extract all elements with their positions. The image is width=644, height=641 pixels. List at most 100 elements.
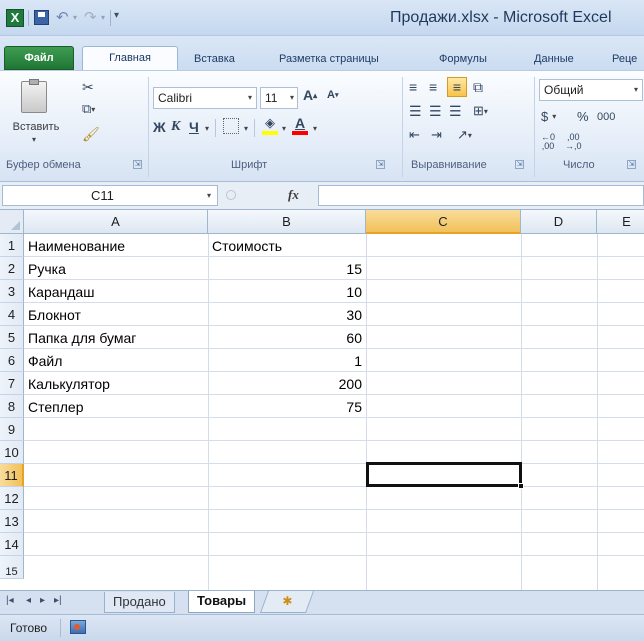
row-header-11[interactable]: 11: [0, 464, 24, 487]
copy-icon[interactable]: ⧉ ▾: [82, 101, 95, 117]
currency-button[interactable]: $ ▾: [541, 109, 556, 124]
prev-sheet-icon[interactable]: ◂: [26, 595, 31, 606]
tab-file[interactable]: Файл: [4, 46, 74, 70]
column-header-b[interactable]: B: [208, 210, 366, 234]
excel-icon[interactable]: X: [6, 9, 24, 27]
align-middle-icon[interactable]: ≡: [429, 79, 437, 95]
decrease-decimal-icon[interactable]: ,00 →,0: [565, 133, 582, 151]
align-right-icon[interactable]: ☰: [449, 103, 462, 120]
column-header-d[interactable]: D: [521, 210, 597, 234]
format-painter-icon[interactable]: 🖌: [82, 126, 100, 143]
cell-a1[interactable]: Наименование: [28, 234, 206, 258]
customize-qat-icon[interactable]: ▾: [114, 10, 119, 21]
row-header-8[interactable]: 8: [0, 395, 24, 418]
cell-a4[interactable]: Блокнот: [28, 303, 206, 327]
fill-color-swatch: [262, 131, 278, 135]
cell-b6[interactable]: 1: [212, 349, 362, 373]
formula-bar: C11 ▾ fx: [0, 182, 644, 210]
grow-font-icon[interactable]: A ▴: [303, 87, 317, 103]
tab-review[interactable]: Реце: [612, 48, 637, 70]
cell-b5[interactable]: 60: [212, 326, 362, 350]
cell-b2[interactable]: 15: [212, 257, 362, 281]
row-header-15[interactable]: 15: [0, 556, 24, 579]
italic-button[interactable]: К: [171, 119, 181, 135]
number-format-box[interactable]: Общий ▾: [539, 79, 643, 101]
font-name-box[interactable]: Calibri ▾: [153, 87, 257, 109]
column-header-e[interactable]: E: [597, 210, 644, 234]
increase-indent-icon[interactable]: ⇥: [431, 127, 442, 143]
insert-sheet-icon[interactable]: ✱: [259, 591, 315, 613]
cut-icon[interactable]: ✂: [82, 79, 94, 96]
clipboard-launcher-icon[interactable]: ⇲: [133, 160, 142, 169]
percent-button[interactable]: %: [577, 109, 589, 124]
font-size-box[interactable]: 11 ▾: [260, 87, 298, 109]
first-sheet-icon[interactable]: |◂: [6, 595, 14, 606]
row-header-10[interactable]: 10: [0, 441, 24, 464]
row-header-7[interactable]: 7: [0, 372, 24, 395]
orientation-icon[interactable]: ↗ ▾: [457, 127, 472, 143]
tab-data[interactable]: Данные: [534, 48, 574, 70]
tab-home[interactable]: Главная: [82, 46, 178, 71]
save-icon[interactable]: [34, 10, 49, 25]
paste-button[interactable]: Вставить ▾: [12, 77, 59, 155]
fill-color-icon[interactable]: ◈: [261, 115, 279, 135]
column-header-c[interactable]: C: [366, 210, 521, 234]
bold-button[interactable]: Ж: [153, 119, 166, 135]
worksheet-grid[interactable]: A B C D E 1 2 3 4 5 6 7 8 9 10 11 12 13 …: [0, 210, 644, 590]
tab-formulas[interactable]: Формулы: [439, 48, 487, 70]
row-header-5[interactable]: 5: [0, 326, 24, 349]
last-sheet-icon[interactable]: ▸|: [54, 595, 62, 606]
number-launcher-icon[interactable]: ⇲: [627, 160, 636, 169]
row-header-14[interactable]: 14: [0, 533, 24, 556]
font-color-icon[interactable]: A: [291, 115, 309, 135]
next-sheet-icon[interactable]: ▸: [40, 595, 45, 606]
shrink-font-icon[interactable]: A ▾: [327, 89, 338, 101]
sheet-tab-tovary[interactable]: Товары: [188, 591, 256, 613]
row-header-4[interactable]: 4: [0, 303, 24, 326]
cell-b7[interactable]: 200: [212, 372, 362, 396]
cell-a3[interactable]: Карандаш: [28, 280, 206, 304]
increase-decimal-icon[interactable]: ←0,00: [541, 133, 555, 151]
align-left-icon[interactable]: ☰: [409, 103, 422, 120]
redo-icon[interactable]: ↷: [84, 8, 97, 26]
wrap-text-icon[interactable]: ⧉: [473, 79, 483, 96]
cell-a5[interactable]: Папка для бумаг: [28, 326, 206, 350]
underline-button[interactable]: Ч: [189, 119, 199, 135]
sheet-tab-prodano[interactable]: Продано: [104, 592, 175, 613]
select-all-corner[interactable]: [0, 210, 24, 234]
row-header-9[interactable]: 9: [0, 418, 24, 441]
align-bottom-icon[interactable]: ≡: [447, 77, 467, 97]
cell-b4[interactable]: 30: [212, 303, 362, 327]
row-header-1[interactable]: 1: [0, 234, 24, 257]
row-header-12[interactable]: 12: [0, 487, 24, 510]
column-header-a[interactable]: A: [24, 210, 208, 234]
row-header-2[interactable]: 2: [0, 257, 24, 280]
align-center-icon[interactable]: ☰: [429, 103, 442, 120]
cell-a2[interactable]: Ручка: [28, 257, 206, 281]
cell-b1[interactable]: Стоимость: [212, 234, 364, 258]
insert-function-button[interactable]: fx: [288, 187, 299, 203]
fill-handle[interactable]: [518, 483, 524, 489]
thousands-button[interactable]: 000: [597, 111, 615, 123]
alignment-launcher-icon[interactable]: ⇲: [515, 160, 524, 169]
decrease-indent-icon[interactable]: ⇤: [409, 127, 420, 143]
record-macro-icon[interactable]: [70, 620, 86, 634]
row-header-3[interactable]: 3: [0, 280, 24, 303]
borders-icon[interactable]: [223, 118, 239, 134]
row-header-6[interactable]: 6: [0, 349, 24, 372]
align-top-icon[interactable]: ≡: [409, 79, 417, 95]
row-header-13[interactable]: 13: [0, 510, 24, 533]
cell-b8[interactable]: 75: [212, 395, 362, 419]
formula-input[interactable]: [318, 185, 644, 206]
cell-b3[interactable]: 10: [212, 280, 362, 304]
tab-page-layout[interactable]: Разметка страницы: [279, 48, 379, 70]
cell-a8[interactable]: Степлер: [28, 395, 206, 419]
cell-a7[interactable]: Калькулятор: [28, 372, 206, 396]
tab-insert[interactable]: Вставка: [194, 48, 235, 70]
merge-center-icon[interactable]: ⊞ ▾: [473, 103, 488, 119]
font-launcher-icon[interactable]: ⇲: [376, 160, 385, 169]
name-box[interactable]: C11 ▾: [2, 185, 218, 206]
undo-icon[interactable]: ↶: [56, 8, 69, 26]
cell-a6[interactable]: Файл: [28, 349, 206, 373]
active-cell-c11[interactable]: [366, 462, 524, 489]
